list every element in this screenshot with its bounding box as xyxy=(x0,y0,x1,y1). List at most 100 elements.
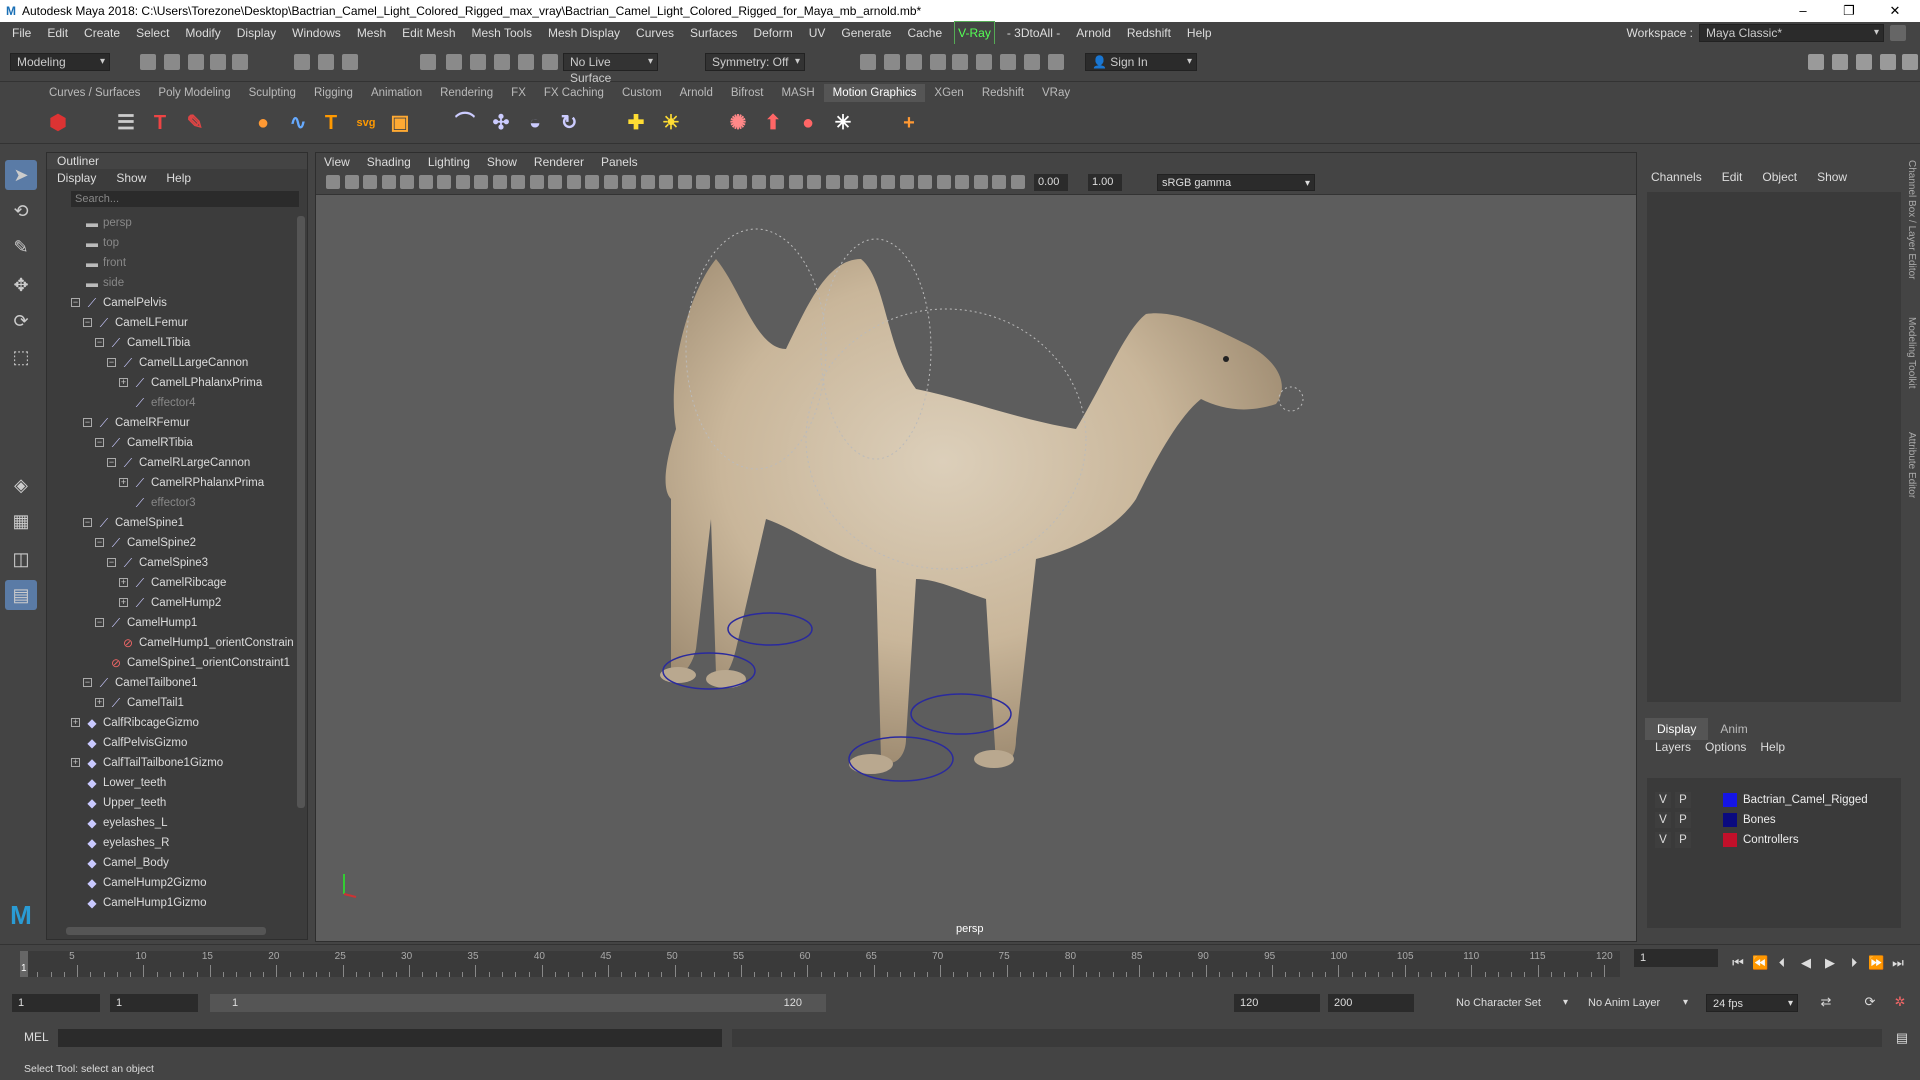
layer-row[interactable]: V P Controllers xyxy=(1647,830,1901,850)
viewport-panel[interactable]: View Shading Lighting Show Renderer Panels 0.… xyxy=(315,152,1637,942)
viewport-menu-view[interactable]: View xyxy=(324,153,350,171)
outliner-item[interactable]: − ⟋ CamelRLargeCannon xyxy=(47,453,295,473)
status-tool-icon[interactable] xyxy=(930,54,946,70)
status-tool-icon[interactable] xyxy=(210,54,226,70)
viewport-tool-icon[interactable] xyxy=(844,175,858,189)
color-space-dropdown[interactable]: sRGB gamma xyxy=(1157,174,1315,192)
viewport-tool-icon[interactable] xyxy=(936,175,951,189)
collapse-icon[interactable]: − xyxy=(95,438,104,447)
mel-input[interactable] xyxy=(58,1029,722,1047)
channel-menu-show[interactable]: Show xyxy=(1817,170,1847,184)
shelf-tab-bifrost[interactable]: Bifrost xyxy=(722,84,773,102)
paint-icon[interactable]: ✎ xyxy=(182,110,208,136)
outliner-item[interactable]: − ⟋ CamelSpine2 xyxy=(47,533,295,553)
menu-curves[interactable]: Curves xyxy=(628,22,682,44)
svg-icon[interactable]: svg xyxy=(353,110,379,136)
snap-icon[interactable]: ◈ xyxy=(5,470,37,500)
side-tab-modeling-toolkit[interactable]: Modeling Toolkit xyxy=(1906,317,1917,389)
expand-icon[interactable]: + xyxy=(71,758,80,767)
fps-dropdown[interactable]: 24 fps xyxy=(1706,994,1798,1013)
expand-icon[interactable]: + xyxy=(119,378,128,387)
go-to-start-icon[interactable]: ⏮ xyxy=(1730,955,1746,971)
rotate-tool-icon[interactable]: ⟳ xyxy=(5,306,37,336)
outliner-item[interactable]: ◆ Upper_teeth xyxy=(47,793,295,813)
side-tab-attribute-editor[interactable]: Attribute Editor xyxy=(1906,432,1917,498)
status-tool-icon[interactable] xyxy=(542,54,558,70)
viewport-menu-renderer[interactable]: Renderer xyxy=(534,153,584,171)
step-forward-icon[interactable]: ⏵ xyxy=(1846,955,1862,971)
expand-icon[interactable]: + xyxy=(71,718,80,727)
twist-icon[interactable]: ✣ xyxy=(488,110,514,136)
viewport-tool-icon[interactable] xyxy=(492,175,507,189)
expand-icon[interactable]: + xyxy=(119,478,128,487)
animation-end-field[interactable]: 200 xyxy=(1328,994,1414,1012)
light-icon[interactable]: ☀ xyxy=(658,110,684,136)
play-icon[interactable]: ▶ xyxy=(1822,955,1838,971)
animation-start-field[interactable]: 1 xyxy=(12,994,100,1012)
collapse-icon[interactable]: − xyxy=(95,538,104,547)
menu-edit-mesh[interactable]: Edit Mesh xyxy=(394,22,463,44)
menu-select[interactable]: Select xyxy=(128,22,177,44)
expand-icon[interactable]: + xyxy=(95,698,104,707)
text-icon[interactable]: T xyxy=(147,110,173,136)
viewport-tool-icon[interactable] xyxy=(677,175,692,189)
viewport-tool-icon[interactable] xyxy=(788,175,803,189)
outliner-item[interactable]: + ◆ CalfRibcageGizmo xyxy=(47,713,295,733)
outliner-item[interactable]: ◆ Camel_Body xyxy=(47,853,295,873)
time-slider[interactable]: 5 10 15 20 25 30 35 40 45 50 55 60 65 70 75 80 85 90 95 100… xyxy=(0,944,1920,980)
outliner-horizontal-scrollbar[interactable] xyxy=(66,927,266,935)
live-surface-field[interactable]: No Live Surface xyxy=(563,53,658,85)
menu-3dtoall[interactable]: - 3DtoAll - xyxy=(999,22,1068,44)
viewport-tool-icon[interactable] xyxy=(955,175,969,189)
layer-visibility-toggle[interactable]: V xyxy=(1655,832,1671,848)
viewport-tool-icon[interactable] xyxy=(381,175,396,189)
viewport-tool-icon[interactable] xyxy=(714,175,729,189)
menu-help[interactable]: Help xyxy=(1179,22,1220,44)
character-set-dropdown[interactable]: No Character Set xyxy=(1450,994,1572,1012)
channel-menu-edit[interactable]: Edit xyxy=(1722,170,1743,184)
outliner-item[interactable]: ⊘ CamelHump1_orientConstrain xyxy=(47,633,295,653)
shelf-tab-fx[interactable]: FX xyxy=(502,84,535,102)
loop-icon[interactable]: ⇄ xyxy=(1818,994,1834,1010)
outliner-item[interactable]: ▬ top xyxy=(47,233,295,253)
layer-tab-anim[interactable]: Anim xyxy=(1708,718,1759,740)
viewport-tool-icon[interactable] xyxy=(1010,175,1025,189)
collapse-icon[interactable]: − xyxy=(71,298,80,307)
outliner-item[interactable]: − ⟋ CamelSpine1 xyxy=(47,513,295,533)
layer-playback-toggle[interactable]: P xyxy=(1675,792,1691,808)
viewport-menu-shading[interactable]: Shading xyxy=(367,153,411,171)
status-tool-icon[interactable] xyxy=(164,54,180,70)
move-tool-icon[interactable]: ✥ xyxy=(5,270,37,300)
outliner-item[interactable]: + ⟋ CamelHump2 xyxy=(47,593,295,613)
menu-create[interactable]: Create xyxy=(76,22,128,44)
collapse-icon[interactable]: − xyxy=(83,518,92,527)
viewport-tool-icon[interactable] xyxy=(751,175,766,189)
layer-row[interactable]: V P Bones xyxy=(1647,810,1901,830)
outliner-item[interactable]: − ⟋ CamelLFemur xyxy=(47,313,295,333)
viewport-tool-icon[interactable] xyxy=(807,175,821,189)
outliner-item[interactable]: ▬ side xyxy=(47,273,295,293)
viewport-tool-icon[interactable] xyxy=(918,175,932,189)
outliner-item[interactable]: − ⟋ CamelTailbone1 xyxy=(47,673,295,693)
outliner-menu-show[interactable]: Show xyxy=(116,169,146,187)
viewport-tool-icon[interactable] xyxy=(474,175,488,189)
outliner-item[interactable]: ⊘ CamelSpine1_orientConstraint1 xyxy=(47,653,295,673)
shelf-tab-sculpting[interactable]: Sculpting xyxy=(240,84,305,102)
outliner-item[interactable]: ⟋ effector3 xyxy=(47,493,295,513)
viewport-tool-icon[interactable] xyxy=(363,175,377,189)
status-tool-icon[interactable] xyxy=(232,54,248,70)
collapse-icon[interactable]: − xyxy=(95,338,104,347)
outliner-item[interactable]: + ⟋ CamelRPhalanxPrima xyxy=(47,473,295,493)
collapse-icon[interactable]: − xyxy=(83,318,92,327)
viewport-tool-icon[interactable] xyxy=(400,175,414,189)
scale-tool-icon[interactable]: ⬚ xyxy=(5,342,37,372)
outliner-item[interactable]: ◆ CamelHump1Gizmo xyxy=(47,893,295,913)
box-icon[interactable]: ▣ xyxy=(387,110,413,136)
viewport-menu-lighting[interactable]: Lighting xyxy=(428,153,470,171)
layer-color-swatch[interactable] xyxy=(1723,813,1737,827)
viewport-tool-icon[interactable] xyxy=(825,175,840,189)
status-tool-icon[interactable] xyxy=(952,54,968,70)
range-slider-bar[interactable]: 1 120 xyxy=(210,994,826,1012)
menu-arnold[interactable]: Arnold xyxy=(1068,22,1119,44)
menu-uv[interactable]: UV xyxy=(801,22,834,44)
